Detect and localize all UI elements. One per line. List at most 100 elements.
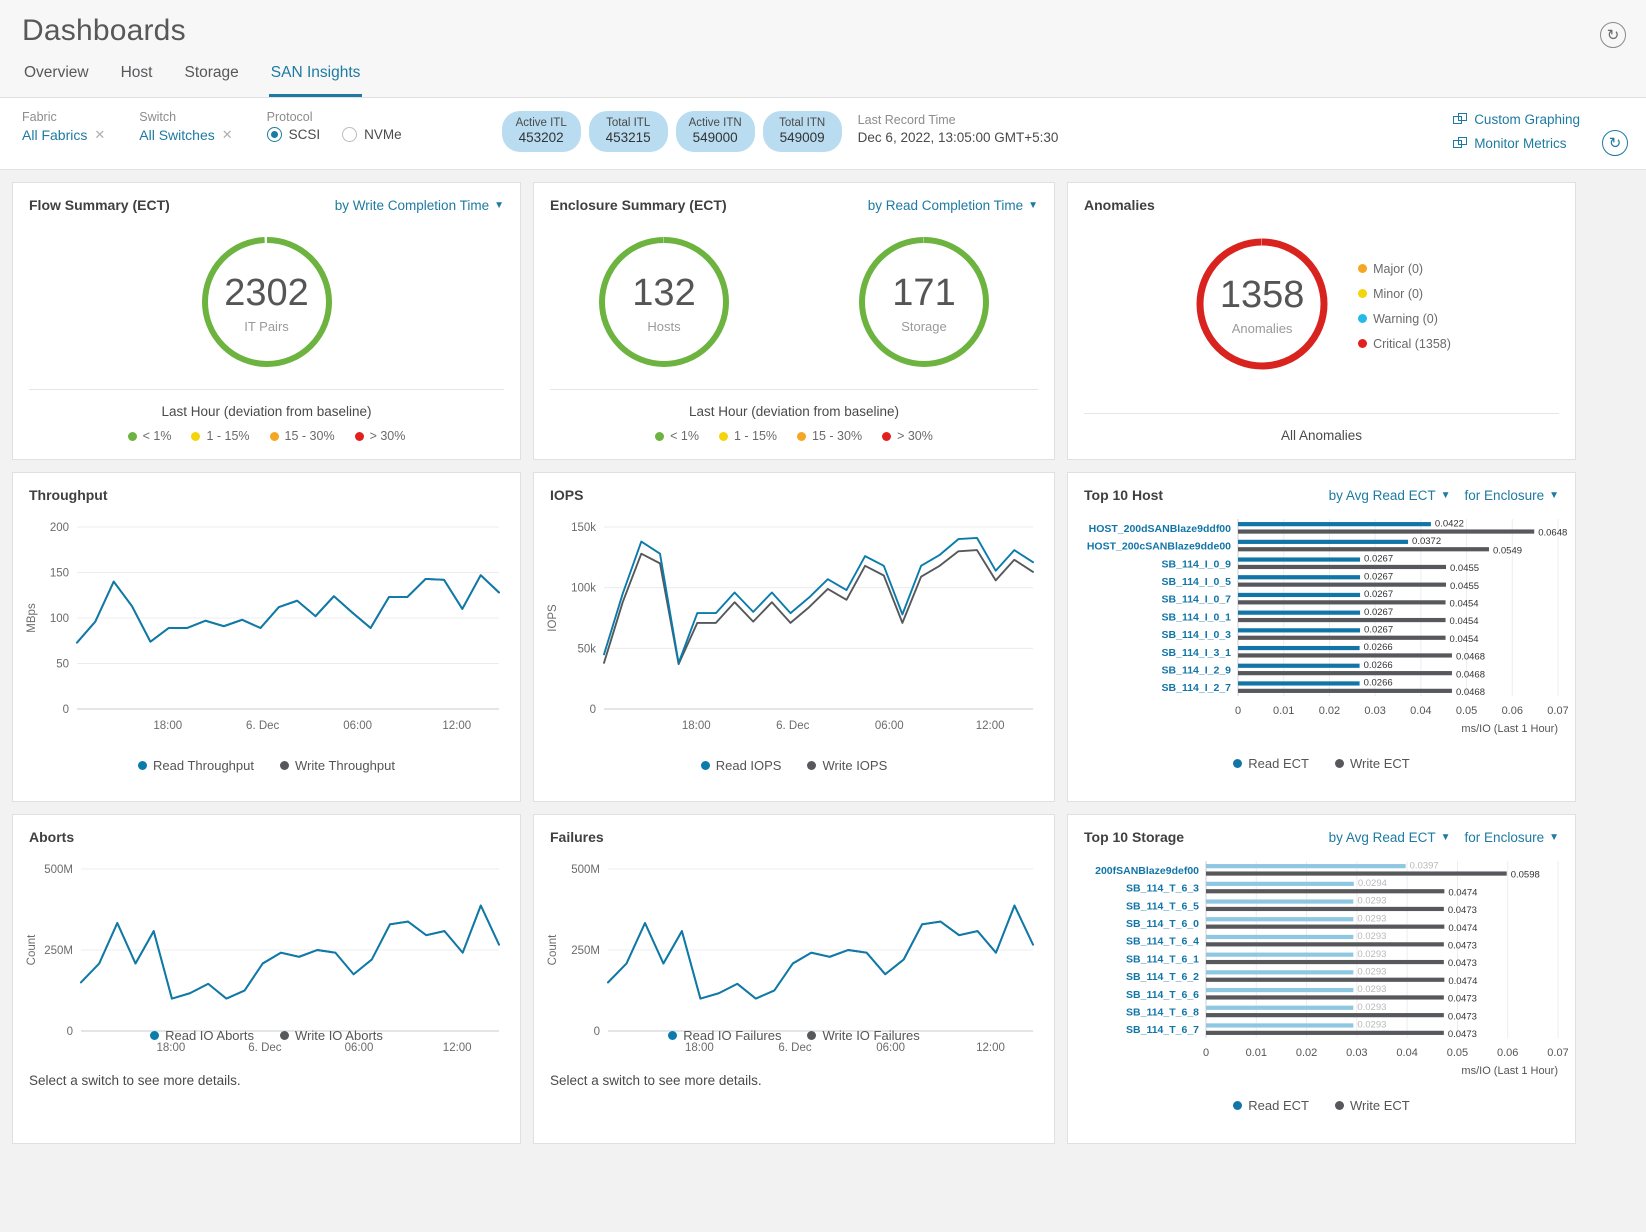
tab-storage[interactable]: Storage	[182, 62, 240, 97]
svg-text:0.0397: 0.0397	[1410, 860, 1439, 871]
enclosure-hosts-unit: Hosts	[647, 319, 681, 334]
legend-item-write-ect[interactable]: Write ECT	[1334, 756, 1410, 771]
svg-text:06:00: 06:00	[345, 1042, 374, 1054]
legend-label: Write ECT	[1349, 1098, 1410, 1113]
legend-label: > 30%	[897, 429, 933, 443]
fabric-value[interactable]: All Fabrics ✕	[22, 127, 105, 143]
legend-dot-gray-icon	[279, 1031, 289, 1040]
svg-text:50k: 50k	[577, 643, 596, 655]
svg-text:0.0473: 0.0473	[1448, 905, 1477, 916]
top10storage-chart[interactable]: 0 0.01 0.02 0.03 0.04 0.05 0.06 0.07 ms/IO (Last…	[1068, 845, 1575, 1085]
legend-dot-gray-icon	[807, 761, 817, 770]
svg-text:0.0266: 0.0266	[1364, 642, 1393, 653]
iops-legend: Read IOPS Write IOPS	[534, 758, 1054, 773]
clear-switch-icon[interactable]: ✕	[222, 127, 233, 143]
legend-dot-blue-icon	[1358, 314, 1368, 323]
protocol-option-nvme[interactable]: NVMe	[342, 127, 402, 142]
legend-dot-gray-icon	[279, 761, 289, 770]
svg-text:SB_114_I_0_5: SB_114_I_0_5	[1162, 576, 1232, 588]
legend-item-read-ect[interactable]: Read ECT	[1233, 756, 1309, 771]
svg-text:0: 0	[1235, 705, 1241, 717]
top10host-chart[interactable]: 0 0.01 0.02 0.03 0.04 0.05 0.06 0.07 ms/IO (Last…	[1068, 503, 1575, 743]
svg-text:0.0266: 0.0266	[1364, 660, 1393, 671]
flow-summary-donut[interactable]: 2302 IT Pairs	[197, 232, 337, 377]
svg-text:0.0455: 0.0455	[1450, 581, 1479, 592]
enclosure-hosts-center: 132 Hosts	[594, 232, 734, 377]
legend-dot-green-icon	[655, 431, 665, 441]
svg-text:0.0474: 0.0474	[1448, 923, 1477, 934]
pill-total-itn[interactable]: Total ITN 549009	[762, 111, 842, 152]
legend-item-write-throughput[interactable]: Write Throughput	[279, 758, 395, 773]
svg-text:SB_114_T_6_7: SB_114_T_6_7	[1126, 1024, 1199, 1036]
legend-item-write-ect[interactable]: Write ECT	[1334, 1098, 1410, 1113]
svg-text:0: 0	[1203, 1047, 1209, 1059]
top10host-metric-selector[interactable]: by Avg Read ECT ▼	[1329, 488, 1451, 503]
pill-total-itl[interactable]: Total ITL 453215	[588, 111, 668, 152]
svg-text:SB_114_I_0_7: SB_114_I_0_7	[1162, 594, 1232, 606]
iops-plot: 0 50k 100k 150k 18:00 6. Dec 06:00 12:00 IOPS	[547, 522, 1034, 732]
anomalies-donut[interactable]: 1358 Anomalies	[1192, 234, 1332, 379]
svg-text:6. Dec: 6. Dec	[246, 720, 279, 732]
svg-text:0.0473: 0.0473	[1448, 994, 1477, 1005]
enclosure-summary-legend: < 1% 1 - 15% 15 - 30% > 30%	[550, 429, 1038, 443]
switch-value-text: All Switches	[139, 127, 215, 143]
enclosure-summary-selector[interactable]: by Read Completion Time ▼	[868, 198, 1038, 213]
enclosure-storage-value: 171	[892, 272, 956, 314]
tab-overview[interactable]: Overview	[22, 62, 91, 97]
legend-item-write-io-aborts[interactable]: Write IO Aborts	[279, 1028, 383, 1043]
legend-item-read-ect[interactable]: Read ECT	[1233, 1098, 1309, 1113]
protocol-filter: Protocol SCSI NVMe	[266, 110, 402, 142]
protocol-option-scsi[interactable]: SCSI	[266, 127, 321, 142]
svg-text:SB_114_T_6_5: SB_114_T_6_5	[1126, 900, 1199, 912]
legend-item-write-iops[interactable]: Write IOPS	[807, 758, 887, 773]
clear-fabric-icon[interactable]: ✕	[94, 127, 105, 143]
svg-text:0.0293: 0.0293	[1357, 966, 1386, 977]
enclosure-storage-donut[interactable]: 171 Storage	[854, 232, 994, 377]
throughput-chart[interactable]: 0 50 100 150 200 18:00 6. Dec 06:00 12:00 MBps	[13, 503, 520, 748]
legend-item-write-io-failures[interactable]: Write IO Failures	[807, 1028, 920, 1043]
top10host-metric-label: by Avg Read ECT	[1328, 487, 1436, 503]
legend-dot-orange-icon	[269, 431, 279, 441]
pill-active-itn[interactable]: Active ITN 549000	[675, 111, 755, 152]
svg-text:ms/IO (Last 1 Hour): ms/IO (Last 1 Hour)	[1461, 723, 1558, 735]
svg-text:0.0474: 0.0474	[1448, 976, 1477, 987]
svg-text:0.0468: 0.0468	[1456, 687, 1485, 698]
all-anomalies-label[interactable]: All Anomalies	[1084, 428, 1559, 443]
legend-item-read-iops[interactable]: Read IOPS	[700, 758, 781, 773]
pill-total-itl-label: Total ITL	[606, 116, 651, 129]
legend-item: 1 - 15%	[718, 429, 777, 443]
enclosure-summary-title: Enclosure Summary (ECT)	[550, 197, 727, 213]
top10host-scope-selector[interactable]: for Enclosure ▼	[1465, 488, 1559, 503]
enclosure-hosts-value: 132	[632, 272, 696, 314]
svg-text:150: 150	[50, 568, 69, 580]
legend-dot-blue-icon	[700, 761, 710, 770]
protocol-scsi-label: SCSI	[288, 127, 321, 142]
refresh-icon[interactable]: ↻	[1600, 22, 1626, 48]
enclosure-hosts-donut[interactable]: 132 Hosts	[594, 232, 734, 377]
svg-text:0.0267: 0.0267	[1364, 624, 1393, 635]
flow-summary-selector[interactable]: by Write Completion Time ▼	[335, 198, 504, 213]
svg-text:06:00: 06:00	[876, 1042, 905, 1054]
legend-label: Write IO Failures	[822, 1028, 920, 1043]
pill-active-itl[interactable]: Active ITL 453202	[501, 111, 581, 152]
svg-text:0.0293: 0.0293	[1357, 1002, 1386, 1013]
tab-san-insights[interactable]: SAN Insights	[268, 62, 363, 97]
flow-summary-legend: < 1% 1 - 15% 15 - 30% > 30%	[29, 429, 504, 443]
refresh-dashboard-icon[interactable]: ↻	[1602, 130, 1628, 156]
iops-chart[interactable]: 0 50k 100k 150k 18:00 6. Dec 06:00 12:00 IOPS	[534, 503, 1054, 748]
svg-text:18:00: 18:00	[682, 720, 711, 732]
svg-text:12:00: 12:00	[976, 720, 1005, 732]
top10storage-metric-selector[interactable]: by Avg Read ECT ▼	[1329, 830, 1451, 845]
anomalies-value: 1358	[1219, 274, 1305, 316]
chevron-down-icon: ▼	[1440, 489, 1451, 501]
top10storage-scope-selector[interactable]: for Enclosure ▼	[1465, 830, 1559, 845]
switch-value[interactable]: All Switches ✕	[139, 127, 232, 143]
legend-item-read-throughput[interactable]: Read Throughput	[138, 758, 254, 773]
legend-label: Write IO Aborts	[294, 1028, 383, 1043]
legend-item-read-io-failures[interactable]: Read IO Failures	[668, 1028, 781, 1043]
monitor-metrics-link[interactable]: Monitor Metrics	[1453, 136, 1580, 151]
custom-graphing-link[interactable]: Custom Graphing	[1453, 112, 1580, 127]
legend-item-read-io-aborts[interactable]: Read IO Aborts	[150, 1028, 254, 1043]
tab-host[interactable]: Host	[119, 62, 155, 97]
legend-label: 15 - 30%	[812, 429, 863, 443]
